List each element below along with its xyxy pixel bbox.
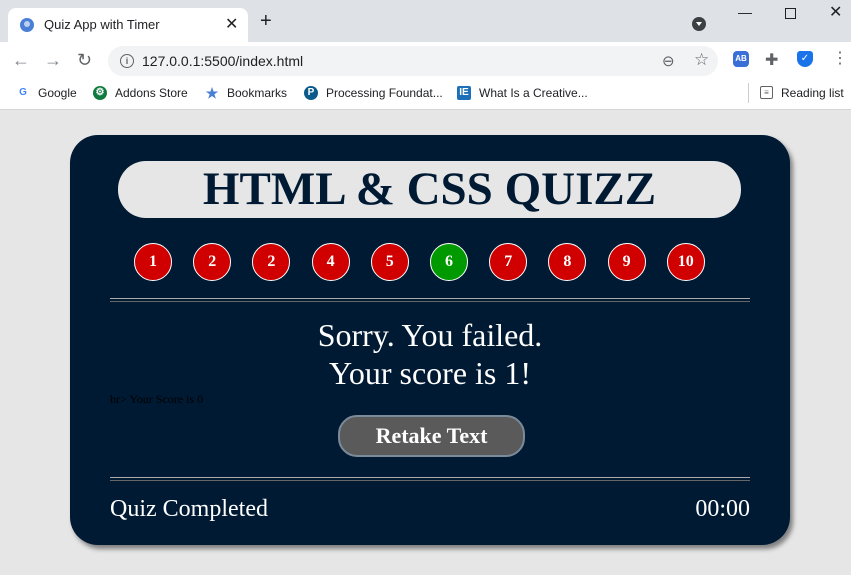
retake-button[interactable]: Retake Text xyxy=(338,415,525,457)
extensions-puzzle-icon[interactable]: ✚ xyxy=(765,50,781,69)
close-tab-icon[interactable]: ✕ xyxy=(225,14,238,34)
info-icon[interactable]: i xyxy=(120,54,134,68)
addons-store-icon: ⚙ xyxy=(93,85,107,100)
stray-score-text: br> Your Score is 0 xyxy=(110,392,204,406)
shield-extension-icon[interactable]: ✓ xyxy=(797,51,813,67)
reading-list[interactable]: ≡ Reading list xyxy=(760,85,844,103)
score-message: Your score is 1! xyxy=(328,355,532,391)
question-number-9[interactable]: 9 xyxy=(607,243,646,281)
quiz-status: Quiz Completed xyxy=(110,496,268,522)
forward-icon[interactable]: → xyxy=(44,50,62,71)
quiz-timer: 00:00 xyxy=(695,496,750,522)
question-number-7[interactable]: 7 xyxy=(489,243,528,281)
bookmark-bookmarks[interactable]: ★ Bookmarks xyxy=(205,85,287,103)
window-close-icon[interactable]: ✕ xyxy=(829,2,842,22)
bookmark-creative[interactable]: IE What Is a Creative... xyxy=(457,85,588,103)
back-icon[interactable]: ← xyxy=(12,50,30,71)
minimize-icon[interactable]: — xyxy=(738,4,752,20)
star-icon: ★ xyxy=(205,84,219,101)
divider-bottom xyxy=(110,477,750,481)
zoom-icon[interactable]: ⊖ xyxy=(662,52,675,70)
question-number-3[interactable]: 2 xyxy=(252,243,291,281)
bookmark-processing[interactable]: P Processing Foundat... xyxy=(304,85,443,103)
new-tab-icon[interactable]: + xyxy=(260,11,272,31)
url-text[interactable]: 127.0.0.1:5500/index.html xyxy=(142,53,303,69)
question-number-2[interactable]: 2 xyxy=(193,243,232,281)
address-bar[interactable]: i 127.0.0.1:5500/index.html ⊖ ☆ xyxy=(108,46,718,76)
processing-icon: P xyxy=(304,85,318,100)
question-number-5[interactable]: 5 xyxy=(370,243,409,281)
question-number-8[interactable]: 8 xyxy=(548,243,587,281)
reload-icon[interactable]: ↻ xyxy=(77,50,92,71)
browser-titlebar: Quiz App with Timer ✕ + — ✕ xyxy=(0,0,851,42)
bookmarks-separator xyxy=(748,83,749,103)
bookmarks-bar: G Google ⚙ Addons Store ★ Bookmarks P Proces… xyxy=(0,79,851,110)
divider-top xyxy=(110,298,750,302)
google-icon: G xyxy=(16,85,30,100)
menu-icon[interactable]: ⋮ xyxy=(832,48,848,68)
extension-ab-icon[interactable]: AB xyxy=(733,51,749,67)
question-number-1[interactable]: 1 xyxy=(134,243,172,281)
ie-icon: IE xyxy=(457,85,471,100)
question-number-10[interactable]: 10 xyxy=(666,243,705,281)
quiz-card: HTML & CSS QUIZZ 1 2 2 4 5 6 7 8 9 10 Sorry. You … xyxy=(70,135,790,545)
quiz-title: HTML & CSS QUIZZ xyxy=(118,161,741,218)
tab-title: Quiz App with Timer xyxy=(44,17,160,32)
question-number-6[interactable]: 6 xyxy=(430,243,468,281)
browser-tab[interactable]: Quiz App with Timer ✕ xyxy=(8,8,248,42)
tab-search-icon[interactable] xyxy=(692,17,706,31)
bookmark-google[interactable]: G Google xyxy=(16,85,77,103)
maximize-icon[interactable] xyxy=(785,8,796,19)
globe-icon xyxy=(20,18,34,32)
bookmark-addons-store[interactable]: ⚙ Addons Store xyxy=(93,85,188,103)
bookmark-star-icon[interactable]: ☆ xyxy=(694,50,709,70)
result-message: Sorry. You failed. xyxy=(317,317,543,353)
question-number-4[interactable]: 4 xyxy=(311,243,350,281)
browser-toolbar: ← → ↻ i 127.0.0.1:5500/index.html ⊖ ☆ AB… xyxy=(0,42,851,79)
reading-list-icon: ≡ xyxy=(760,86,773,100)
